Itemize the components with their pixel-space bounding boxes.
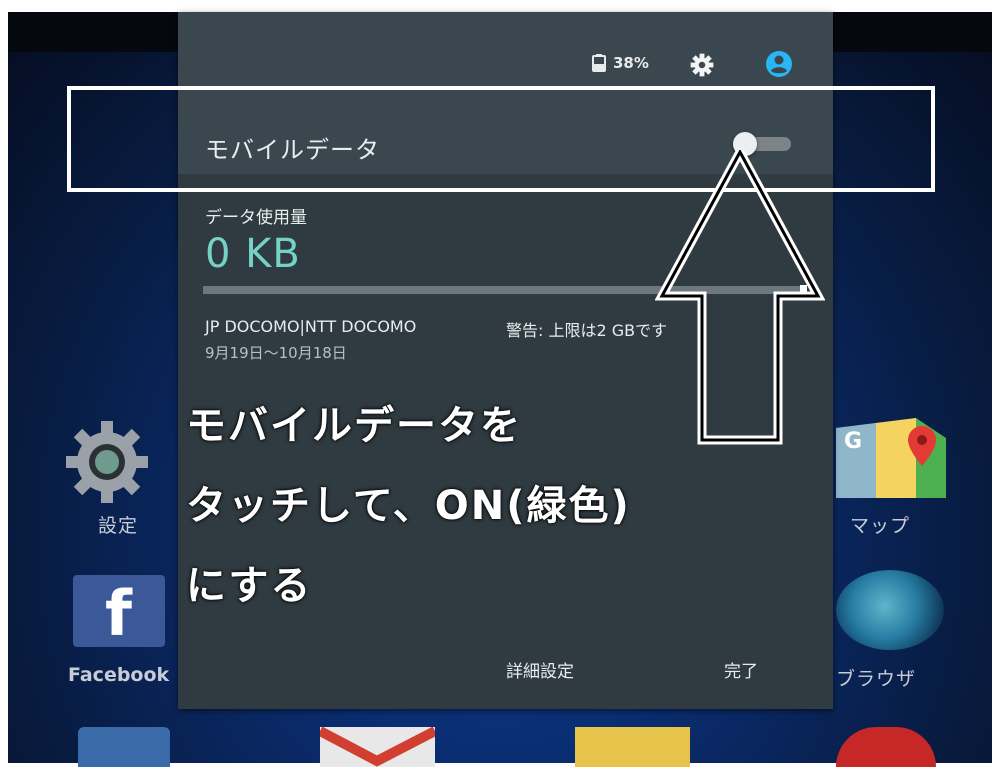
settings-app-icon[interactable] (62, 417, 152, 507)
carrier-name: JP DOCOMO|NTT DOCOMO (205, 317, 417, 336)
maps-app-icon[interactable]: G (836, 418, 946, 498)
detail-settings-button[interactable]: 詳細設定 (506, 657, 574, 682)
settings-app-label: 設定 (98, 515, 139, 537)
dock-app-icon-1[interactable] (78, 727, 170, 767)
battery-percentage: 38% (613, 54, 649, 72)
instruction-line-3: にする (186, 563, 313, 609)
facebook-logo-glyph: f (105, 577, 132, 650)
browser-app-icon[interactable] (836, 570, 944, 650)
notes-app-icon[interactable] (575, 727, 690, 767)
instruction-line-2: タッチして、ON(緑色) (186, 483, 631, 529)
maps-app-label: マップ (850, 515, 911, 537)
settings-gear-icon[interactable] (686, 52, 718, 78)
data-usage-label: データ使用量 (205, 208, 307, 228)
gmail-app-icon[interactable] (317, 726, 438, 767)
facebook-app-icon[interactable]: f (73, 575, 165, 650)
gmail-envelope-icon (317, 726, 438, 767)
browser-app-label: ブラウザ (836, 668, 917, 690)
data-usage-value: 0 KB (205, 231, 301, 277)
battery-icon (592, 54, 606, 72)
data-limit-warning: 警告: 上限は2 GBです (506, 321, 668, 340)
instruction-line-1: モバイルデータを (186, 403, 522, 449)
pointer-arrow-icon (655, 150, 825, 445)
facebook-app-label: Facebook (68, 664, 170, 686)
done-button[interactable]: 完了 (724, 657, 758, 682)
account-circle-icon[interactable] (757, 48, 801, 80)
billing-period: 9月19日〜10月18日 (205, 344, 347, 362)
svg-text:G: G (844, 429, 862, 454)
